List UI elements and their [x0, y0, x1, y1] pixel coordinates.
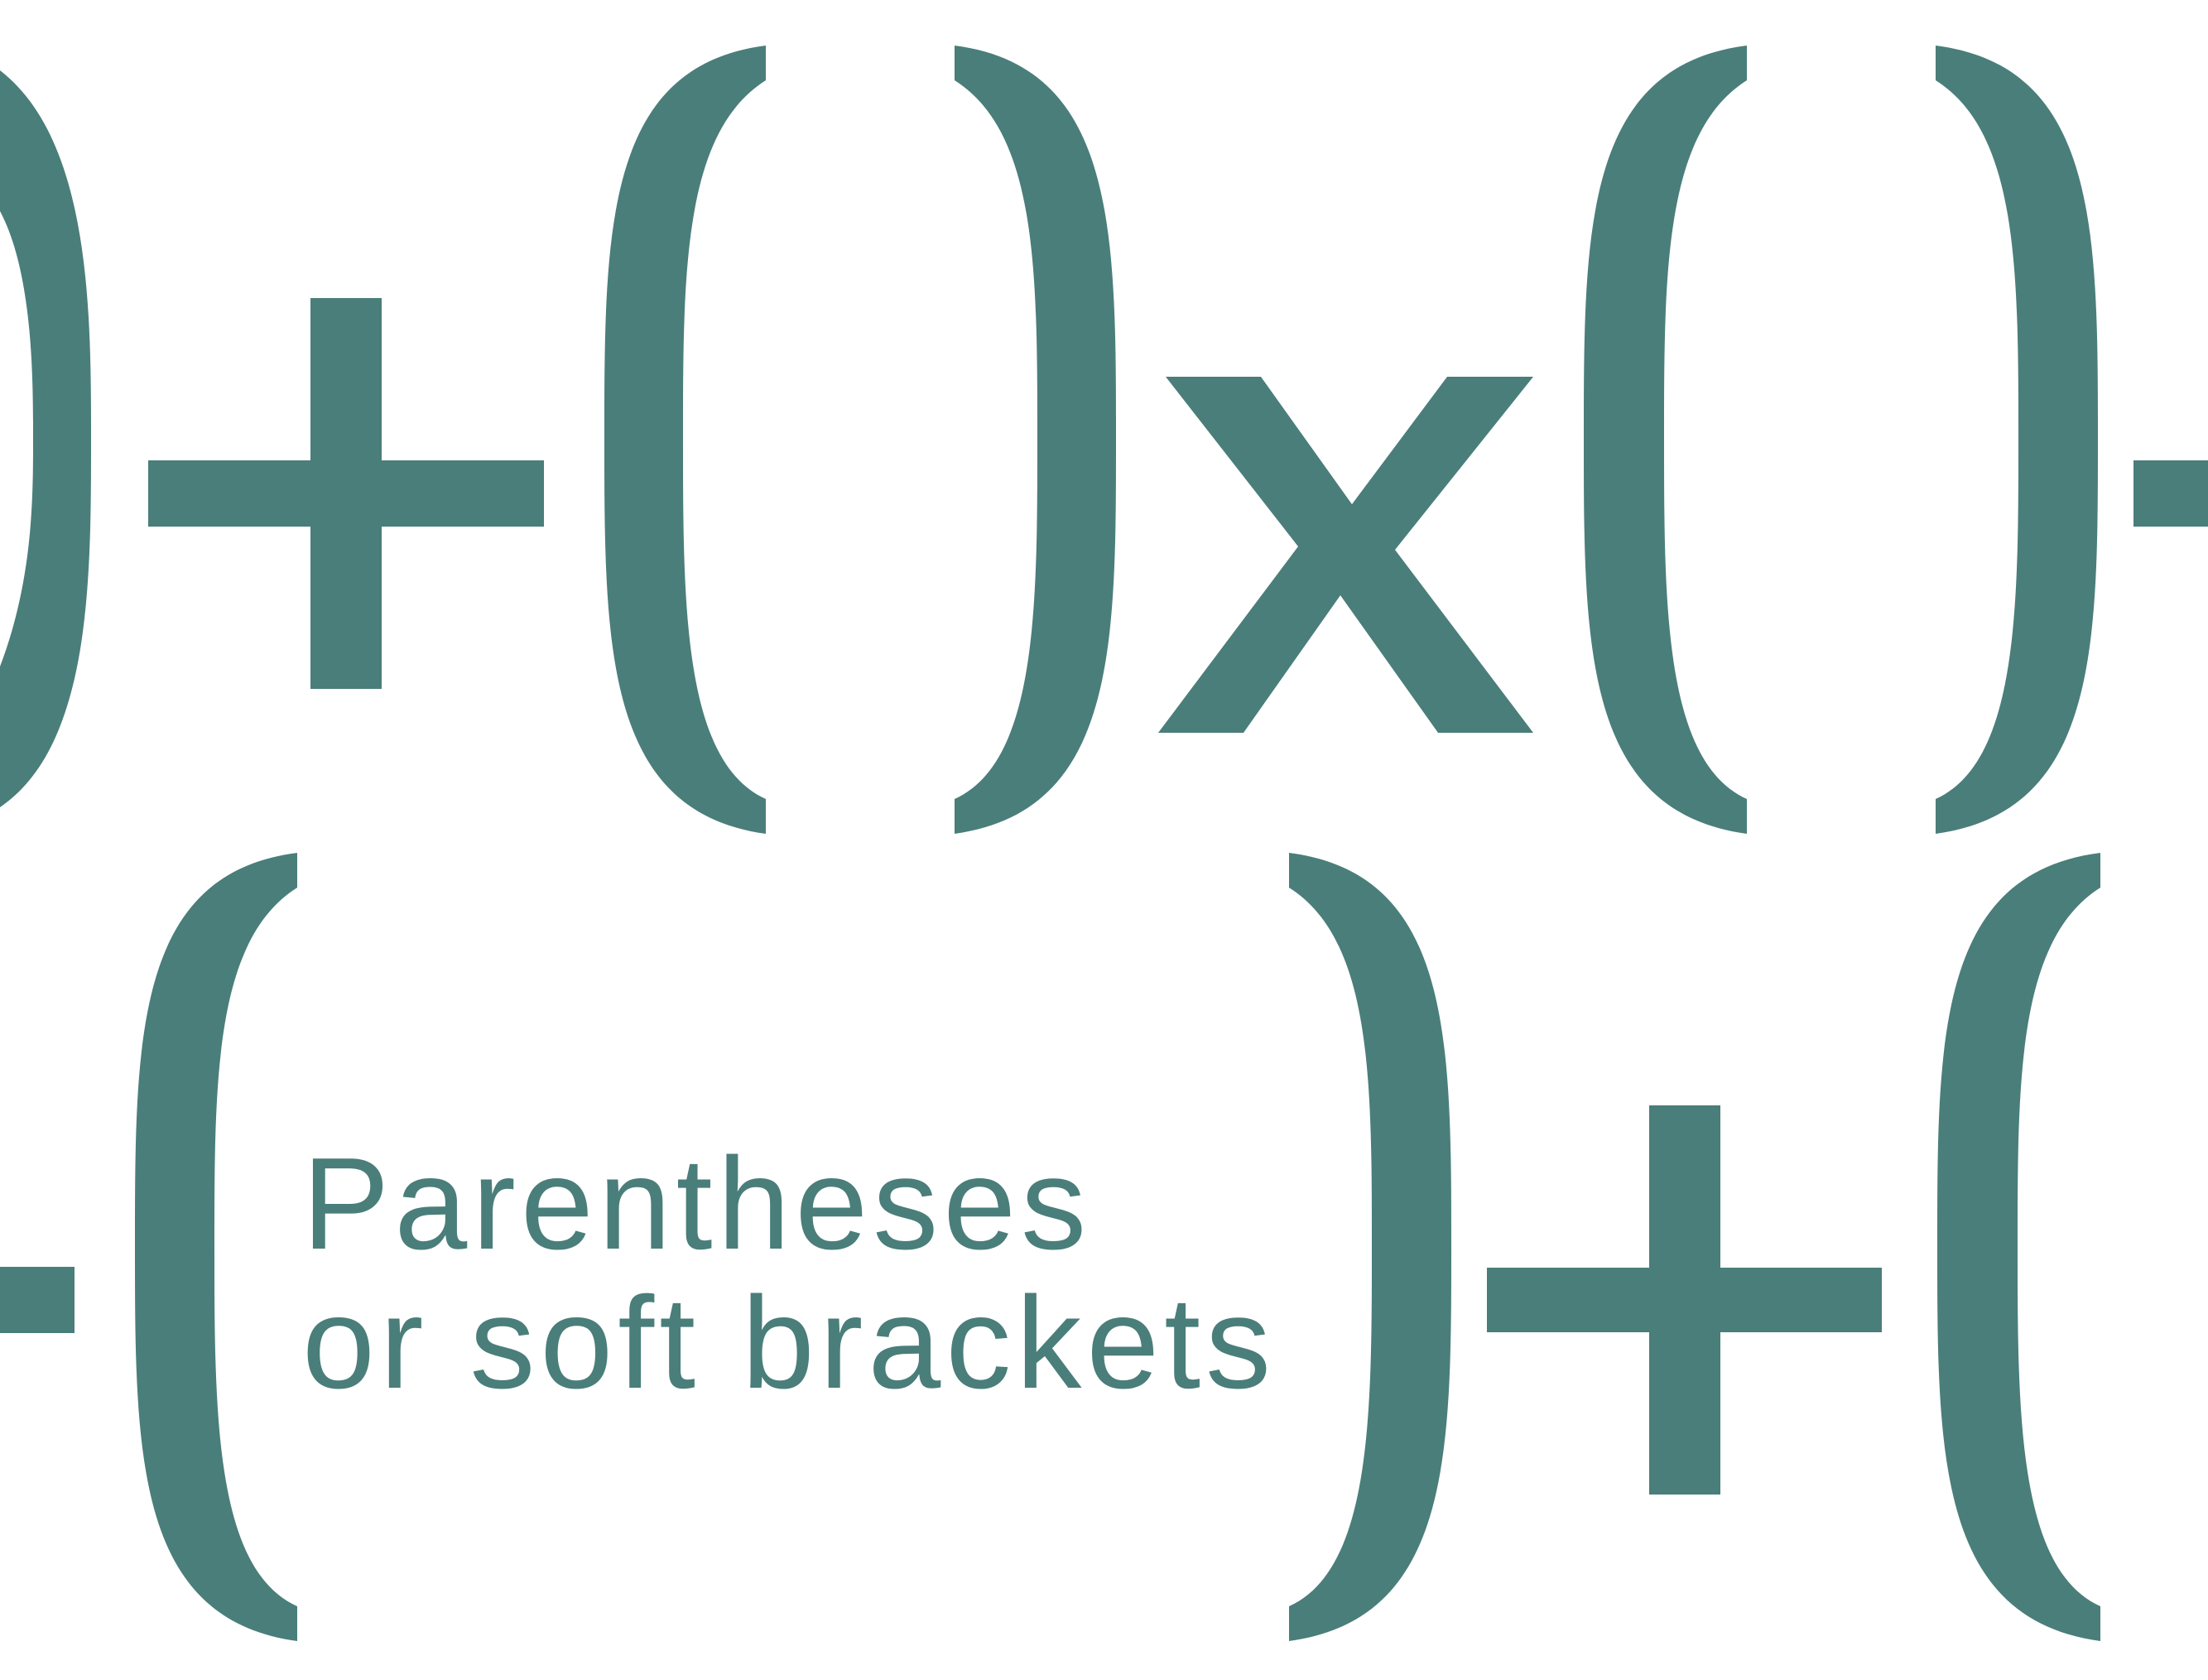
left-parenthesis-glyph: [1584, 46, 1747, 834]
typographic-poster: Parentheses or soft brackets: [0, 0, 2208, 1680]
plus-sign-glyph: [1487, 1105, 1882, 1495]
right-parenthesis-glyph: [0, 70, 91, 807]
minus-sign-glyph: [2133, 460, 2208, 527]
right-parenthesis-glyph: [955, 46, 1116, 834]
right-parenthesis-glyph: [1289, 853, 1451, 1641]
plus-sign-glyph: [148, 298, 544, 689]
left-parenthesis-glyph: [135, 853, 297, 1641]
left-parenthesis-glyph: [604, 46, 766, 834]
caption-title: Parentheses or soft brackets: [302, 1134, 1276, 1413]
right-parenthesis-glyph: [1936, 46, 2098, 834]
glyph-artwork: [0, 46, 2208, 1641]
minus-sign-glyph: [0, 1267, 75, 1333]
left-parenthesis-glyph: [1937, 853, 2100, 1641]
multiplication-sign-glyph: [1158, 377, 1533, 733]
caption-line-1: Parentheses: [302, 1131, 1092, 1277]
caption-line-2: or soft brackets: [302, 1270, 1277, 1416]
